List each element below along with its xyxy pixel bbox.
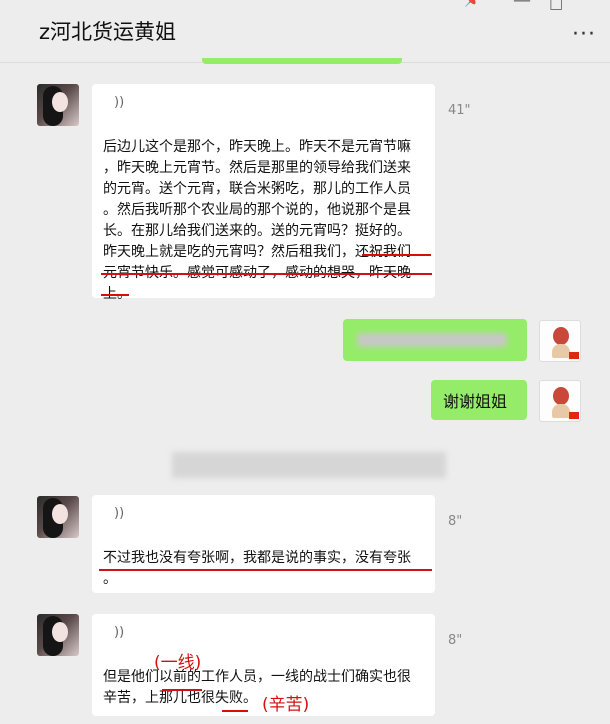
annotation-text: (辛苦) <box>262 695 310 715</box>
contact-avatar[interactable] <box>37 614 79 656</box>
pin-icon[interactable]: 📌 <box>464 0 481 8</box>
transcript-line: 但是他们以前的工作人员，一线的战士们确实也很 <box>103 669 411 685</box>
voice-transcript: 后边儿这个是那个，昨天晚上。昨天不是元宵节嘛 ，昨天晚上元宵节。然后是那里的领导… <box>103 137 411 305</box>
transcript-line: 不过我也没有夸张啊，我都是说的事实，没有夸张 <box>103 550 411 566</box>
transcript-line: 昨天晚上就是吃的元宵吗？然后租我们，还祝我们 <box>103 244 411 260</box>
my-message-text: 谢谢姐姐 <box>443 392 508 411</box>
transcript-line: 后边儿这个是那个，昨天晚上。昨天不是元宵节嘛 <box>103 139 411 155</box>
voice-message-bubble[interactable]: )) 后边儿这个是那个，昨天晚上。昨天不是元宵节嘛 ，昨天晚上元宵节。然后是那里… <box>92 84 435 302</box>
more-options-button[interactable]: ··· <box>572 22 596 47</box>
red-underline <box>101 294 129 296</box>
my-avatar[interactable] <box>539 320 581 362</box>
my-avatar[interactable] <box>539 380 581 422</box>
previous-message-bubble-edge <box>202 58 402 64</box>
transcript-line: ，昨天晚上元宵节。然后是那里的领导给我们送来 <box>103 160 411 176</box>
red-underline <box>162 689 202 691</box>
voice-wave-icon[interactable]: )) <box>114 92 124 113</box>
redacted-text <box>357 333 507 347</box>
chat-header: z河北货运黄姐 📌 — □ ··· <box>0 0 610 63</box>
voice-wave-icon[interactable]: )) <box>114 503 124 524</box>
voice-duration: 8" <box>448 514 463 529</box>
my-message-bubble[interactable]: 谢谢姐姐 <box>431 380 527 420</box>
red-underline <box>362 254 431 256</box>
transcript-line: 上。 <box>103 286 131 302</box>
voice-message-bubble[interactable]: )) 不过我也没有夸张啊，我都是说的事实，没有夸张 。 <box>92 495 435 593</box>
chat-title: z河北货运黄姐 <box>39 20 177 44</box>
voice-duration: 41" <box>448 103 471 118</box>
minimize-icon[interactable]: — <box>513 0 531 11</box>
transcript-line: 的元宵。送个元宵，联合米粥吃，那儿的工作人员 <box>103 181 411 197</box>
voice-transcript: 但是他们以前的工作人员，一线的战士们确实也很 辛苦，上那儿也很失败。 <box>103 667 411 709</box>
contact-avatar[interactable] <box>37 496 79 538</box>
transcript-line: 辛苦，上那儿也很失败。 <box>103 690 257 706</box>
red-underline <box>99 569 432 571</box>
annotation-text: (一线) <box>154 653 202 673</box>
voice-wave-icon[interactable]: )) <box>114 622 124 643</box>
redacted-timestamp <box>172 452 446 478</box>
red-underline <box>101 273 432 275</box>
transcript-line: 。然后我听那个农业局的那个说的，他说那个是县 <box>103 202 411 218</box>
transcript-line: 长。在那儿给我们送来的。送的元宵吗？挺好的。 <box>103 223 411 239</box>
contact-avatar[interactable] <box>37 84 79 126</box>
maximize-icon[interactable]: □ <box>549 0 563 12</box>
my-message-bubble[interactable] <box>343 319 527 361</box>
transcript-line: 。 <box>103 571 117 587</box>
red-underline <box>222 710 248 712</box>
voice-duration: 8" <box>448 633 463 648</box>
